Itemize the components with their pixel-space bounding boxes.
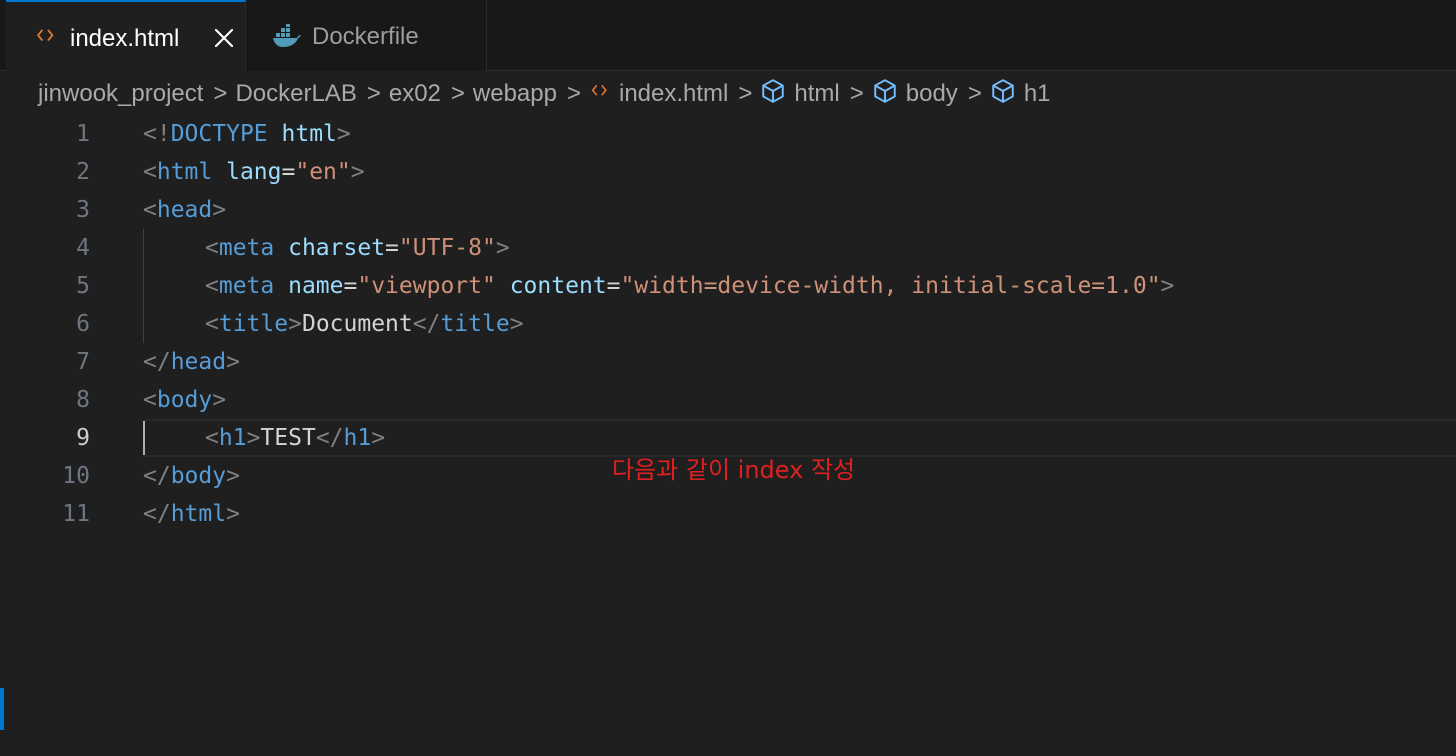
line-number: 1: [76, 121, 90, 147]
code-line[interactable]: 11 </html>: [0, 495, 1456, 533]
code-line[interactable]: 8 <body>: [0, 381, 1456, 419]
line-content: </body>: [143, 463, 240, 489]
chevron-right-icon: >: [213, 80, 228, 107]
chevron-right-icon: >: [366, 80, 381, 107]
breadcrumb-item-body[interactable]: body: [872, 78, 958, 111]
docker-icon: [272, 24, 302, 55]
cube-icon: [990, 78, 1016, 111]
annotation-text: 다음과 같이 index 작성: [612, 456, 856, 484]
line-content: </html>: [143, 501, 240, 527]
line-number: 2: [76, 159, 90, 185]
chevron-right-icon: >: [849, 80, 864, 107]
line-number: 6: [76, 311, 90, 337]
line-number: 8: [76, 387, 90, 413]
line-content: <h1>TEST</h1>: [205, 425, 386, 451]
code-line[interactable]: 2 <html lang="en">: [0, 153, 1456, 191]
line-content: <meta name="viewport" content="width=dev…: [205, 273, 1175, 299]
breadcrumb-label: jinwook_project: [38, 80, 204, 107]
scroll-marker: [0, 688, 4, 730]
code-line[interactable]: 1 <!DOCTYPE html>: [0, 115, 1456, 153]
breadcrumb-label: html: [794, 80, 840, 107]
line-content: <body>: [143, 387, 227, 413]
line-number: 7: [76, 349, 90, 375]
chevron-right-icon: >: [566, 80, 581, 107]
tab-label: index.html: [70, 25, 180, 52]
close-icon[interactable]: [212, 26, 236, 57]
breadcrumb-label: webapp: [472, 80, 557, 107]
breadcrumb-item-project[interactable]: jinwook_project: [38, 80, 203, 108]
breadcrumb-item-html[interactable]: html: [760, 78, 840, 111]
line-number: 11: [62, 501, 90, 527]
cube-icon: [872, 78, 898, 111]
breadcrumb-label: h1: [1023, 80, 1051, 107]
breadcrumb-item-dockerlab[interactable]: DockerLAB: [235, 80, 356, 108]
line-content: </head>: [143, 349, 240, 375]
line-number: 5: [76, 273, 90, 299]
breadcrumb-label: body: [905, 80, 958, 107]
breadcrumb-item-webapp[interactable]: webapp: [473, 80, 557, 108]
code-line[interactable]: 4 <meta charset="UTF-8">: [0, 229, 1456, 267]
line-number: 9: [76, 425, 90, 451]
html-code-icon: [589, 80, 611, 109]
line-number: 3: [76, 197, 90, 223]
html-code-icon: [34, 24, 58, 55]
text-cursor: [143, 421, 145, 455]
cube-icon: [760, 78, 786, 111]
line-content: <html lang="en">: [143, 159, 365, 185]
breadcrumb: jinwook_project > DockerLAB > ex02 > web…: [38, 76, 1051, 112]
breadcrumb-item-h1[interactable]: h1: [990, 78, 1051, 111]
code-line[interactable]: 6 <title>Document</title>: [0, 305, 1456, 343]
breadcrumb-item-ex02[interactable]: ex02: [389, 80, 441, 108]
code-line[interactable]: 5 <meta name="viewport" content="width=d…: [0, 267, 1456, 305]
line-content: <head>: [143, 197, 227, 223]
line-content: <!DOCTYPE html>: [143, 121, 351, 147]
code-line[interactable]: 7 </head>: [0, 343, 1456, 381]
breadcrumb-label: ex02: [388, 80, 441, 107]
line-number: 10: [62, 463, 90, 489]
line-content: <meta charset="UTF-8">: [205, 235, 510, 261]
code-line[interactable]: 3 <head>: [0, 191, 1456, 229]
tab-index-html[interactable]: index.html: [6, 0, 246, 72]
line-content: <title>Document</title>: [205, 311, 524, 337]
tab-dockerfile[interactable]: Dockerfile: [246, 0, 487, 71]
tab-bar: index.html Dockerfile: [0, 0, 1456, 72]
breadcrumb-label: index.html: [619, 80, 729, 107]
chevron-right-icon: >: [450, 80, 465, 107]
tab-label: Dockerfile: [312, 23, 419, 50]
breadcrumb-label: DockerLAB: [235, 80, 357, 107]
code-editor: index.html Dockerfile jinwook_project > …: [0, 0, 1456, 756]
line-number: 4: [76, 235, 90, 261]
breadcrumb-item-index-html[interactable]: index.html: [589, 80, 728, 109]
chevron-right-icon: >: [738, 80, 753, 107]
chevron-right-icon: >: [967, 80, 982, 107]
